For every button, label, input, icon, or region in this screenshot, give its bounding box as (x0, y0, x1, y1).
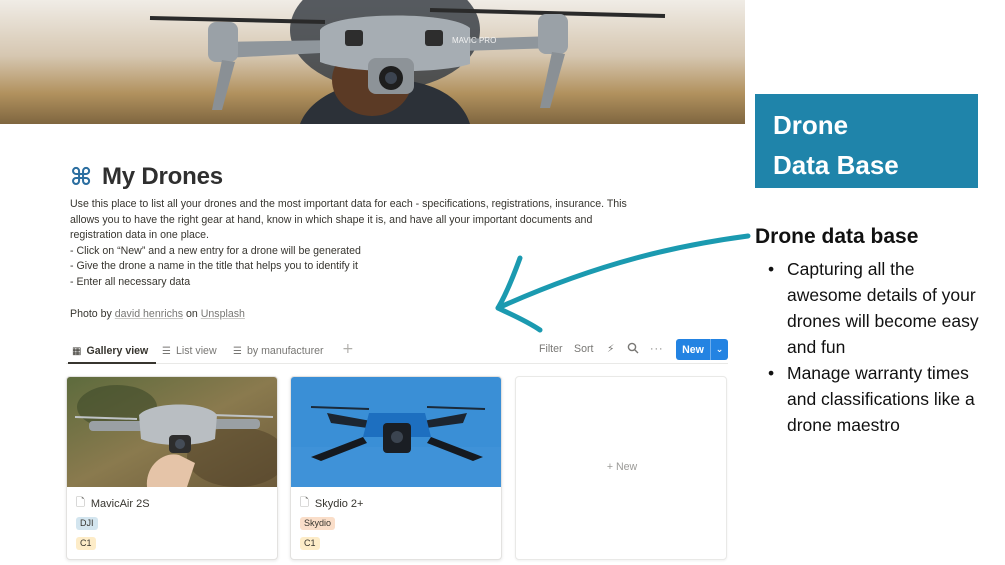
unsplash-link[interactable]: Unsplash (201, 308, 245, 320)
description-line (70, 291, 670, 307)
card-title-text: MavicAir 2S (90, 497, 150, 510)
command-icon[interactable]: ⌘ (70, 163, 102, 191)
mavic-air-illustration (67, 377, 277, 487)
description-line: - Click on “New” and a new entry for a d… (70, 244, 361, 257)
tab-label: Gallery view (86, 345, 149, 357)
tab-gallery-view[interactable]: ▦ Gallery view (72, 343, 148, 359)
tab-list-view[interactable]: ☰ List view (162, 343, 217, 359)
manufacturer-tag: DJI (76, 517, 98, 530)
slide-banner: Drone Data Base (755, 94, 978, 188)
search-icon[interactable] (627, 342, 639, 357)
list-icon: ☰ (233, 345, 242, 357)
description-line: allows you to have the right gear at han… (70, 213, 593, 226)
bullet-item: Capturing all the awesome details of you… (768, 256, 993, 360)
class-tag: C1 (76, 537, 96, 550)
photo-credit-middle: on (183, 308, 201, 320)
skydio-illustration (291, 377, 501, 487)
card-title[interactable]: 🗋 Skydio 2+ (300, 494, 363, 513)
chevron-down-icon[interactable]: ⌄ (711, 345, 728, 355)
page-header: ⌘ My Drones (70, 163, 223, 191)
gallery-card-skydio-2plus[interactable]: 🗋 Skydio 2+ Skydio C1 (290, 376, 502, 560)
document-icon: 🗋 (76, 496, 85, 509)
page-title[interactable]: My Drones (102, 163, 223, 191)
card-title-text: Skydio 2+ (314, 497, 364, 510)
gallery-grid-icon: ▦ (72, 345, 82, 357)
description-line: registration data in one place. (70, 229, 209, 242)
tab-by-manufacturer[interactable]: ☰ by manufacturer (233, 343, 324, 359)
new-button-label: New (682, 343, 704, 356)
gallery-new-card[interactable]: + New (515, 376, 727, 560)
manufacturer-tag: Skydio (300, 517, 336, 530)
cover-image: MAVIC PRO (0, 0, 745, 124)
new-entry-button[interactable]: New ⌄ (676, 339, 728, 360)
annotation-bullets: Capturing all the awesome details of you… (768, 256, 993, 438)
lightning-icon[interactable]: ⚡ (607, 343, 614, 355)
photo-author-link[interactable]: david henrichs (115, 308, 183, 320)
card-cover-image (67, 377, 277, 487)
photo-credit-prefix: Photo by (70, 308, 115, 320)
new-card-label: + New (606, 461, 638, 473)
cover-drone-illustration: MAVIC PRO (0, 0, 745, 124)
banner-line: Drone (773, 110, 849, 140)
description-line: - Enter all necessary data (70, 275, 191, 288)
filter-button[interactable]: Filter (539, 343, 563, 355)
photo-credit: Photo by david henrichs on Unsplash (70, 308, 245, 320)
page-description[interactable]: Use this place to list all your drones a… (70, 197, 670, 306)
bullet-item: Manage warranty times and classification… (768, 360, 993, 438)
add-view-button[interactable]: + (342, 341, 354, 357)
description-line: - Give the drone a name in the title tha… (70, 260, 358, 273)
active-tab-indicator (68, 362, 156, 364)
cover-drone-label: MAVIC PRO (452, 36, 496, 45)
tab-label: by manufacturer (246, 345, 324, 357)
class-tag: C1 (300, 537, 320, 550)
tab-label: List view (175, 345, 217, 357)
description-line: Use this place to list all your drones a… (70, 198, 627, 210)
annotation-heading: Drone data base (755, 225, 919, 248)
card-cover-image (291, 377, 501, 487)
database-view-bar: ▦ Gallery view ☰ List view ☰ by manufact… (66, 339, 728, 364)
document-icon: 🗋 (300, 496, 309, 509)
banner-line: Data Base (773, 150, 899, 180)
list-icon: ☰ (162, 345, 171, 357)
sort-button[interactable]: Sort (574, 343, 593, 355)
more-options-icon[interactable]: ··· (650, 343, 664, 355)
gallery-card-mavicair-2s[interactable]: 🗋 MavicAir 2S DJI C1 (66, 376, 278, 560)
card-title[interactable]: 🗋 MavicAir 2S (76, 494, 150, 513)
